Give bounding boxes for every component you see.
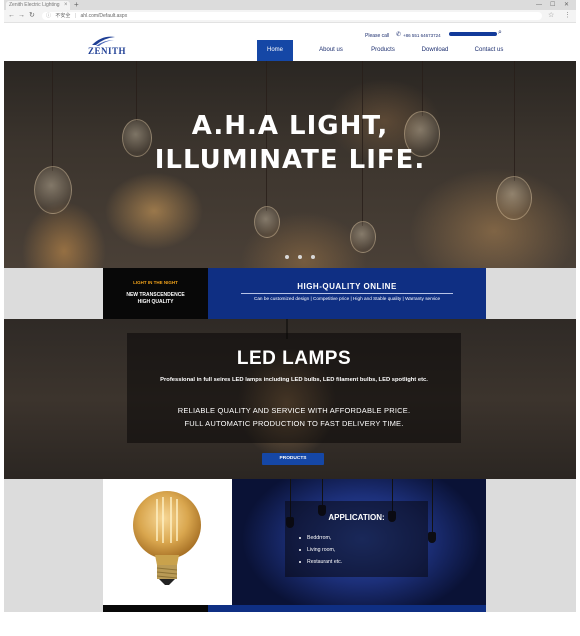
nav-home[interactable]: Home <box>257 40 293 61</box>
hero-headline-2: ILLUMINATE LIFE. <box>154 145 426 175</box>
phone-icon: ✆ <box>396 32 402 38</box>
quality-description: Can be customized design | Competitive p… <box>253 296 441 301</box>
maximize-icon[interactable]: ☐ <box>550 0 555 10</box>
night-panel: LIGHT IN THE NIGHT NEW TRANSCENDENCE HIG… <box>103 268 208 319</box>
feature-strip: LIGHT IN THE NIGHT NEW TRANSCENDENCE HIG… <box>4 268 576 319</box>
night-tag: LIGHT IN THE NIGHT <box>133 280 178 285</box>
application-item: Restaurant etc. <box>299 559 342 565</box>
pendant-bulb <box>428 532 436 543</box>
application-item-label: Living room, <box>307 547 336 553</box>
bottom-section: APPLICATION: Beddrrom, Living room, Rest… <box>4 479 576 612</box>
site-header: ZENITH Please call ✆ +86 551 64673724 ⌕ … <box>4 23 576 61</box>
tab-bar: Zenith Electric Lighting × + — ☐ ✕ <box>4 0 576 10</box>
application-panel: APPLICATION: Beddrrom, Living room, Rest… <box>232 479 486 605</box>
close-tab-icon[interactable]: × <box>64 1 68 10</box>
bookmark-star-icon[interactable]: ☆ <box>548 11 554 21</box>
browser-menu-icon[interactable]: ⋮ <box>564 11 571 21</box>
zenith-logo[interactable]: ZENITH <box>88 35 128 57</box>
footer-bar-blue <box>208 605 486 612</box>
night-subtitle-line-2: HIGH QUALITY <box>137 299 174 305</box>
hero-wire <box>362 61 363 226</box>
nav-products[interactable]: Products <box>365 40 401 61</box>
quality-panel: HIGH-QUALITY ONLINE Can be customized de… <box>208 268 486 319</box>
url-separator: | <box>74 13 77 19</box>
call-label: Please call <box>365 33 390 39</box>
products-button[interactable]: PRODUCTS <box>262 453 324 465</box>
application-item-label: Beddrrom, <box>307 535 332 541</box>
night-subtitle-line-1: NEW TRANSCENDENCE <box>126 292 185 298</box>
url-text: ahl.com/Default.aspx <box>80 13 128 19</box>
product-image[interactable] <box>103 479 232 605</box>
browser-window: Zenith Electric Lighting × + — ☐ ✕ ← → ↻… <box>4 0 576 612</box>
hero-banner: A.H.A LIGHT, ILLUMINATE LIFE. <box>4 61 576 268</box>
back-icon[interactable]: ← <box>8 11 15 21</box>
led-title: LED LAMPS <box>236 348 352 369</box>
led-info-panel: LED LAMPS Professional in full seires LE… <box>127 333 461 443</box>
logo-text: ZENITH <box>88 46 127 56</box>
url-field[interactable]: ⓘ 不安全 | ahl.com/Default.aspx <box>42 12 542 20</box>
address-bar: ← → ↻ ⓘ 不安全 | ahl.com/Default.aspx ☆ ⋮ <box>4 10 576 23</box>
search-input[interactable] <box>449 32 497 36</box>
new-tab-icon[interactable]: + <box>74 0 79 10</box>
slide-dot-2[interactable] <box>298 255 302 259</box>
bullet-icon <box>299 536 301 539</box>
quality-divider <box>241 293 453 294</box>
nav-about-us[interactable]: About us <box>313 40 349 61</box>
hero-wire <box>422 61 423 116</box>
led-description: Professional in full seires LED lamps in… <box>160 377 428 383</box>
footer-bar-black <box>103 605 208 612</box>
hero-bulb <box>496 176 532 220</box>
application-item: Beddrrom, <box>299 535 331 541</box>
browser-tab[interactable]: Zenith Electric Lighting × <box>6 1 70 10</box>
bullet-icon <box>299 548 301 551</box>
filament-bulb-image <box>133 491 201 585</box>
window-close-icon[interactable]: ✕ <box>564 0 569 10</box>
reload-icon[interactable]: ↻ <box>29 11 35 21</box>
night-subtitle: NEW TRANSCENDENCE HIGH QUALITY <box>103 292 208 306</box>
nav-download[interactable]: Download <box>417 40 453 61</box>
phone-number: +86 551 64673724 <box>403 33 441 38</box>
search-icon[interactable]: ⌕ <box>498 29 502 37</box>
hero-bulb <box>350 221 376 253</box>
pendant-cord <box>432 479 433 534</box>
application-item-label: Restaurant etc. <box>307 559 343 565</box>
application-title: APPLICATION: <box>328 513 385 522</box>
led-tagline-2: FULL AUTOMATIC PRODUCTION TO FAST DELIVE… <box>184 419 404 428</box>
minimize-icon[interactable]: — <box>536 0 542 10</box>
application-item: Living room, <box>299 547 335 553</box>
info-icon[interactable]: ⓘ <box>46 13 51 19</box>
hero-headline-1: A.H.A LIGHT, <box>191 111 389 141</box>
application-info: APPLICATION: Beddrrom, Living room, Rest… <box>285 501 428 577</box>
led-tagline-1: RELIABLE QUALITY AND SERVICE WITH AFFORD… <box>177 406 411 415</box>
nav-contact-us[interactable]: Contact us <box>469 40 509 61</box>
led-lamps-section: LED LAMPS Professional in full seires LE… <box>4 319 576 479</box>
bullet-icon <box>299 560 301 563</box>
security-label: 不安全 <box>55 13 71 19</box>
slide-dot-1[interactable] <box>285 255 289 259</box>
hero-bulb <box>254 206 280 238</box>
slide-dot-3[interactable] <box>311 255 315 259</box>
quality-title: HIGH-QUALITY ONLINE <box>297 282 397 291</box>
tab-title: Zenith Electric Lighting <box>9 2 60 8</box>
forward-icon[interactable]: → <box>18 11 25 21</box>
